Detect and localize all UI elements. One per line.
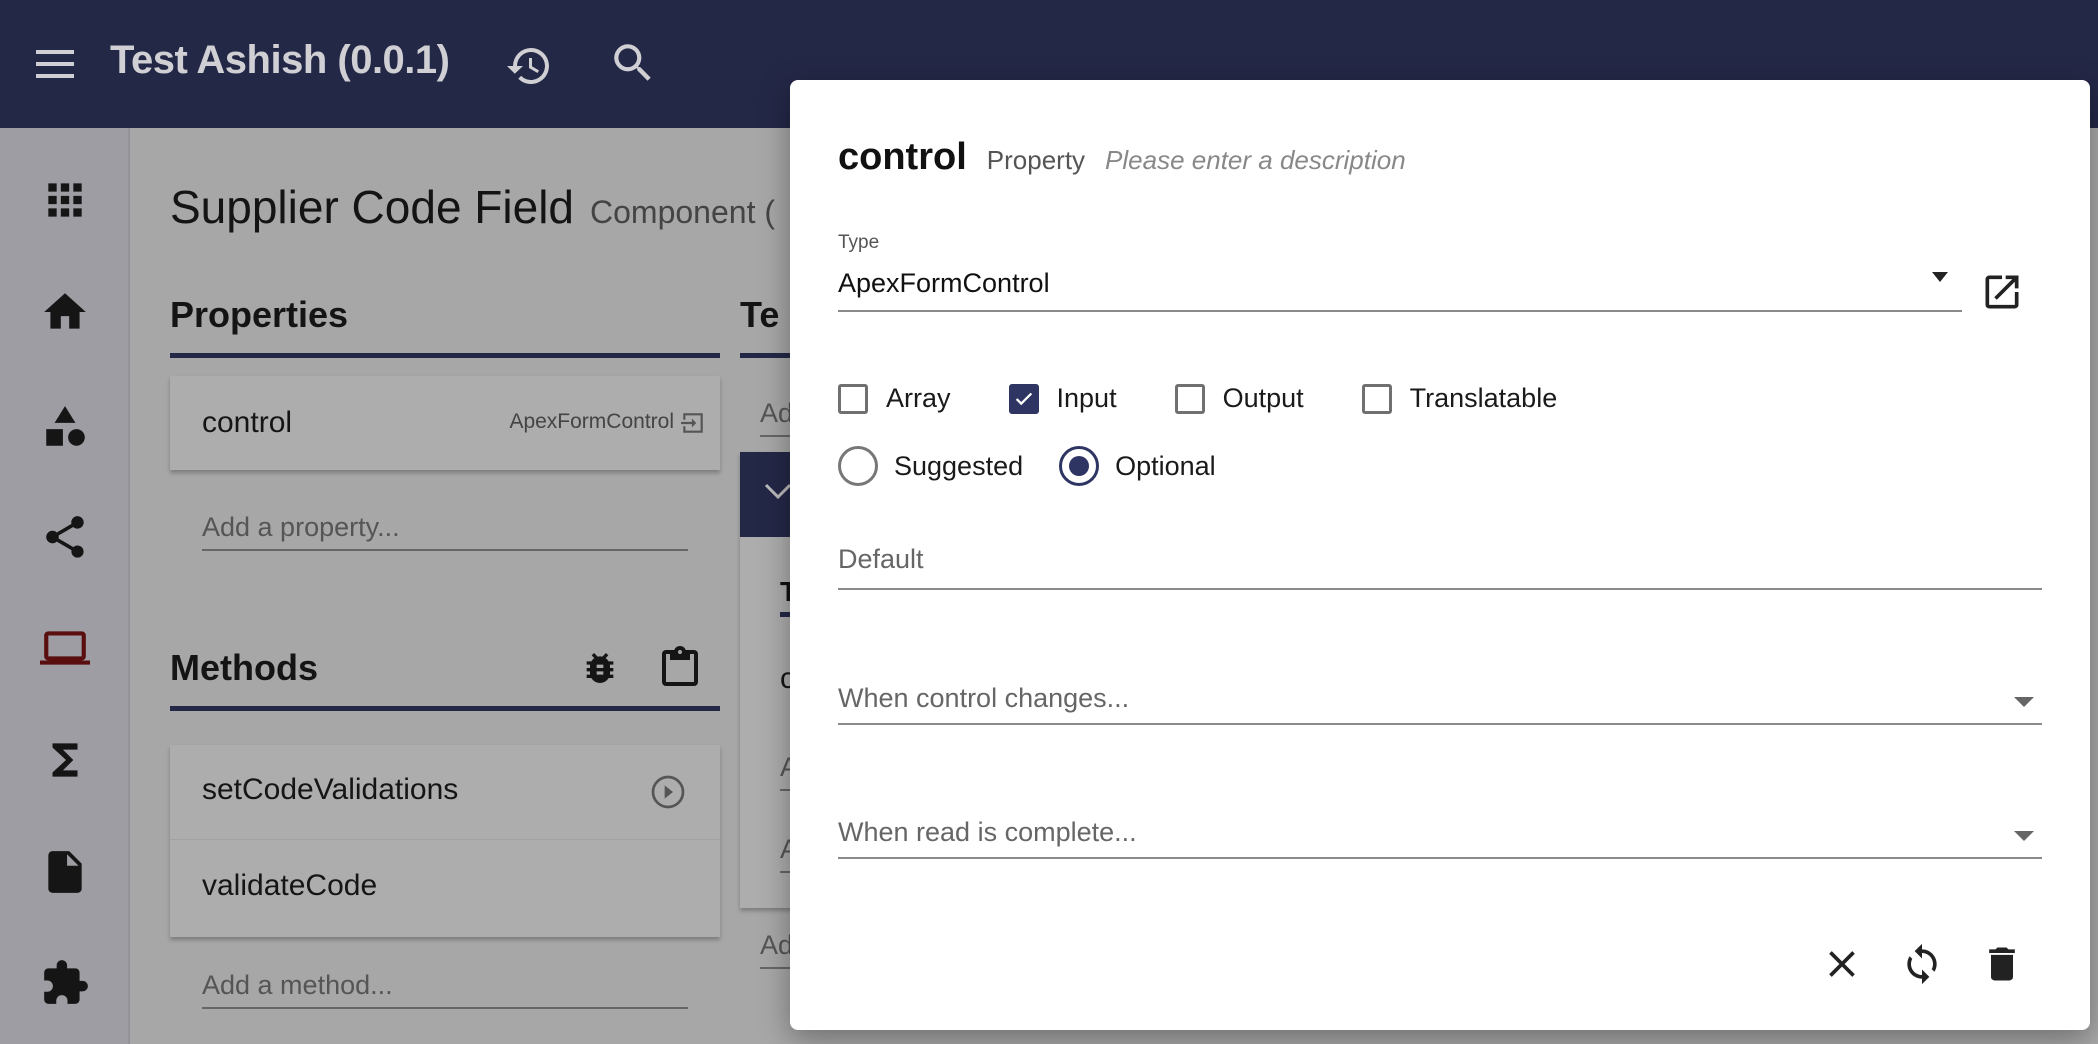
component-name: Supplier Code Field — [170, 181, 575, 233]
sidebar — [0, 128, 130, 1044]
methods-heading: Methods — [170, 647, 318, 688]
history-icon[interactable] — [505, 42, 553, 90]
divider — [170, 353, 720, 358]
radio[interactable] — [1059, 446, 1100, 486]
clipboard-icon[interactable] — [656, 644, 704, 692]
dropdown-arrow-icon — [1932, 272, 1948, 282]
properties-heading: Properties — [170, 294, 349, 335]
default-placeholder: Default — [838, 544, 924, 574]
dropdown-arrow-icon — [2014, 831, 2034, 841]
open-in-new-icon[interactable] — [1980, 270, 2024, 314]
close-icon[interactable] — [1820, 942, 1864, 986]
background-panel-edge — [2090, 128, 2098, 1044]
page-title: Supplier Code Field Component ( — [170, 180, 775, 234]
add-property-input[interactable]: Add a property... — [202, 512, 688, 551]
type-select[interactable]: ApexFormControl — [838, 264, 1962, 312]
divider — [170, 706, 720, 711]
home-icon[interactable] — [40, 287, 90, 337]
delete-icon[interactable] — [1980, 942, 2024, 986]
input-checkbox[interactable]: Input — [1008, 383, 1117, 414]
checkbox[interactable] — [1008, 383, 1039, 414]
type-value: ApexFormControl — [838, 268, 1050, 298]
type-label: Type — [838, 232, 880, 253]
dropdown-arrow-icon — [2014, 697, 2034, 707]
property-row[interactable]: control ApexFormControl — [170, 376, 720, 470]
radio-label: Suggested — [894, 450, 1024, 481]
property-name: control — [838, 136, 967, 178]
sigma-icon[interactable] — [40, 735, 90, 785]
property-type: ApexFormControl — [509, 410, 674, 433]
middle-heading: Te — [740, 294, 780, 335]
add-method-input[interactable]: Add a method... — [202, 970, 688, 1009]
share-icon[interactable] — [40, 512, 90, 562]
output-checkbox[interactable]: Output — [1174, 383, 1304, 414]
checkbox-label: Translatable — [1409, 383, 1558, 413]
method-name: setCodeValidations — [202, 773, 459, 806]
play-circle-icon[interactable] — [648, 772, 688, 812]
default-input[interactable]: Default — [838, 540, 2042, 590]
optional-radio[interactable]: Optional — [1059, 446, 1216, 486]
on-read-select[interactable]: When read is complete... — [838, 811, 2042, 859]
laptop-icon[interactable] — [40, 623, 90, 673]
suggested-radio[interactable]: Suggested — [838, 446, 1023, 486]
checkbox-label: Input — [1056, 383, 1117, 413]
property-kind: Property — [986, 145, 1086, 175]
bug-icon[interactable] — [580, 648, 620, 688]
method-row[interactable]: validateCode — [170, 841, 720, 937]
puzzle-icon[interactable] — [40, 958, 90, 1008]
methods-list: setCodeValidations validateCode — [170, 745, 720, 937]
on-change-placeholder: When control changes... — [838, 683, 1130, 713]
file-icon[interactable] — [40, 847, 90, 897]
checkbox[interactable] — [1174, 383, 1205, 414]
description-input[interactable]: Please enter a description — [1105, 145, 1406, 176]
on-change-select[interactable]: When control changes... — [838, 677, 2042, 725]
radio[interactable] — [838, 446, 878, 486]
check-icon — [1015, 392, 1032, 405]
app-title: Test Ashish (0.0.1) — [110, 38, 450, 82]
checkbox-group: Array Input Output Translatable — [838, 383, 1557, 414]
property-dialog: control Property Please enter a descript… — [790, 80, 2090, 1030]
method-row[interactable]: setCodeValidations — [170, 745, 720, 840]
on-read-placeholder: When read is complete... — [838, 817, 1137, 847]
checkbox-label: Output — [1222, 383, 1304, 413]
checkbox[interactable] — [1361, 383, 1392, 414]
property-name: control — [202, 406, 293, 439]
translatable-checkbox[interactable]: Translatable — [1361, 383, 1558, 414]
search-icon[interactable] — [608, 38, 658, 88]
checkbox[interactable] — [838, 383, 868, 414]
checkbox-label: Array — [886, 383, 951, 413]
input-icon — [681, 413, 703, 433]
radio-label: Optional — [1115, 450, 1216, 481]
dialog-header: control Property Please enter a descript… — [838, 136, 1406, 179]
component-kind: Component ( — [590, 194, 775, 230]
array-checkbox[interactable]: Array — [838, 383, 951, 414]
menu-icon[interactable] — [36, 48, 76, 80]
shapes-icon[interactable] — [40, 402, 90, 452]
apps-icon[interactable] — [40, 175, 90, 225]
method-name: validateCode — [202, 869, 378, 902]
radio-group: Suggested Optional — [838, 446, 1216, 486]
refresh-icon[interactable] — [1900, 942, 1944, 986]
